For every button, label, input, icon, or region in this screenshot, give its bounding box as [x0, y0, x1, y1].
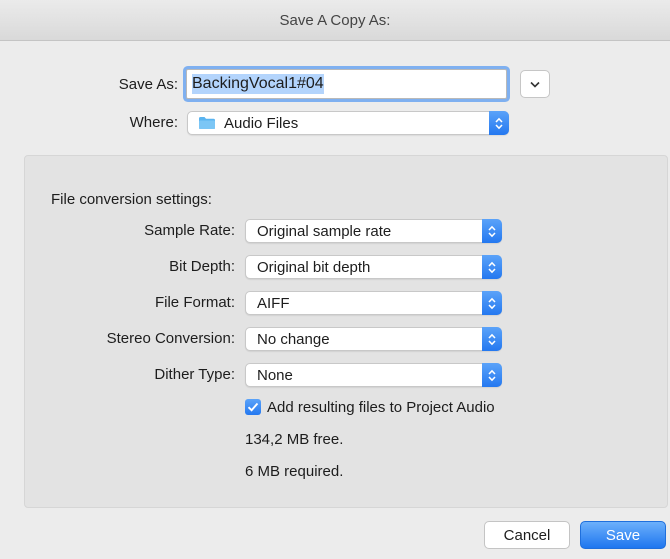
stereo-conversion-value: No change — [257, 330, 330, 348]
where-label: Where: — [129, 114, 178, 131]
where-stepper — [489, 111, 509, 135]
free-space-text: 134,2 MB free. — [245, 431, 344, 448]
up-down-arrows-icon — [488, 225, 496, 237]
up-down-arrows-icon — [495, 117, 503, 129]
up-down-arrows-icon — [488, 261, 496, 273]
dialog-title: Save A Copy As: — [279, 11, 391, 29]
up-down-arrows-icon — [488, 369, 496, 381]
file-format-stepper — [482, 291, 502, 315]
save-as-value: BackingVocal1#04 — [192, 74, 324, 94]
where-value: Audio Files — [224, 114, 299, 132]
sample-rate-stepper — [482, 219, 502, 243]
chevron-down-icon — [530, 81, 540, 88]
cancel-button[interactable]: Cancel — [484, 521, 570, 549]
dialog-titlebar: Save A Copy As: — [0, 0, 670, 41]
sample-rate-label: Sample Rate: — [144, 222, 235, 239]
dither-type-popup[interactable]: None — [245, 363, 502, 387]
folder-icon — [199, 117, 215, 129]
bit-depth-popup[interactable]: Original bit depth — [245, 255, 502, 279]
conversion-heading: File conversion settings: — [51, 191, 212, 208]
file-format-value: AIFF — [257, 294, 290, 312]
bit-depth-label: Bit Depth: — [169, 258, 235, 275]
stereo-conversion-label: Stereo Conversion: — [106, 330, 235, 347]
file-format-label: File Format: — [154, 294, 235, 311]
checkmark-icon — [247, 402, 259, 412]
add-to-project-label[interactable]: Add resulting files to Project Audio — [267, 399, 495, 416]
bit-depth-stepper — [482, 255, 502, 279]
file-format-popup[interactable]: AIFF — [245, 291, 502, 315]
expand-dialog-button[interactable] — [520, 70, 550, 98]
where-popup[interactable]: Audio Files — [187, 111, 509, 135]
stereo-conversion-stepper — [482, 327, 502, 351]
dither-type-value: None — [257, 366, 293, 384]
add-to-project-checkbox[interactable] — [245, 399, 261, 415]
up-down-arrows-icon — [488, 333, 496, 345]
save-button[interactable]: Save — [580, 521, 666, 549]
save-as-label: Save As: — [118, 76, 178, 93]
sample-rate-popup[interactable]: Original sample rate — [245, 219, 502, 243]
dither-type-stepper — [482, 363, 502, 387]
bit-depth-value: Original bit depth — [257, 258, 371, 276]
dither-type-label: Dither Type: — [154, 366, 235, 383]
up-down-arrows-icon — [488, 297, 496, 309]
stereo-conversion-popup[interactable]: No change — [245, 327, 502, 351]
required-space-text: 6 MB required. — [245, 463, 344, 480]
save-as-input[interactable]: BackingVocal1#04 — [186, 69, 507, 99]
sample-rate-value: Original sample rate — [257, 222, 392, 240]
